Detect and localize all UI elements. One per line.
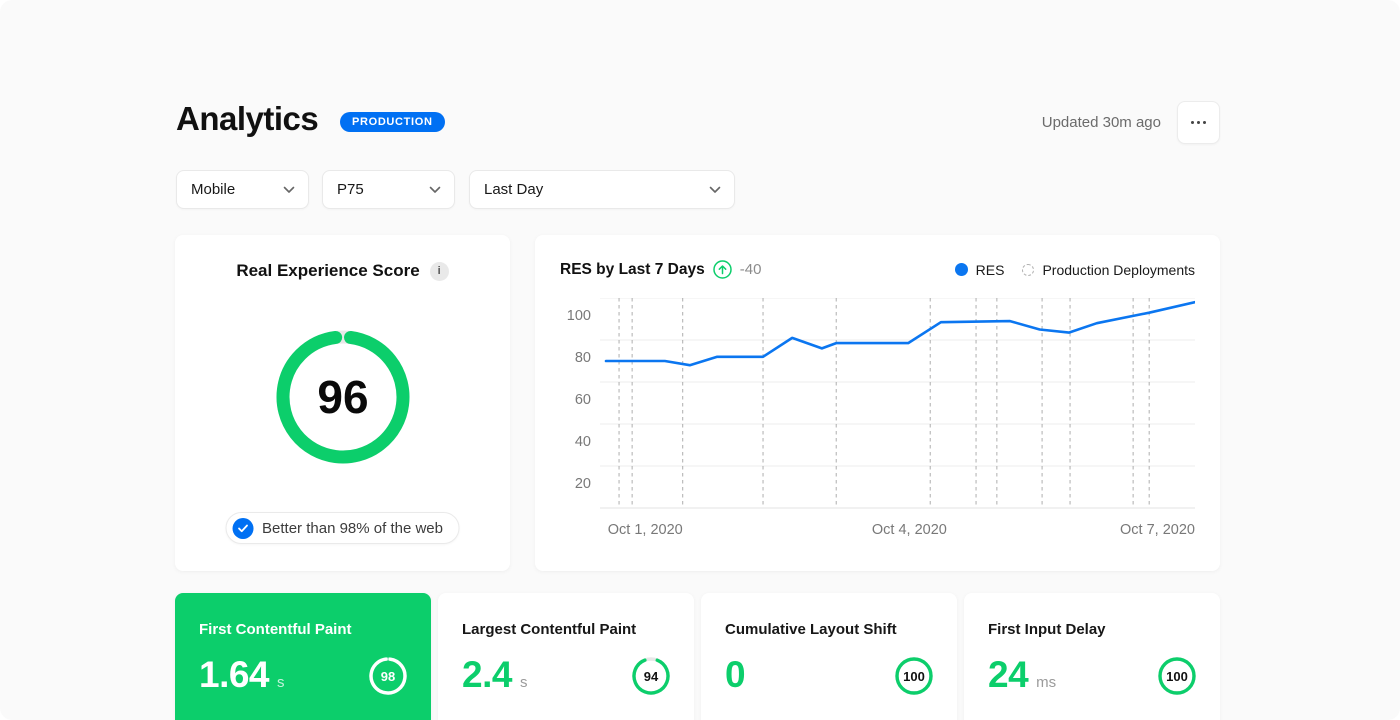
metric-unit: s bbox=[277, 674, 285, 691]
updated-timestamp: Updated 30m ago bbox=[1041, 114, 1161, 131]
metric-card-largest-contentful-paint[interactable]: Largest Contentful Paint 2.4 s 94 bbox=[438, 593, 694, 720]
metric-score: 100 bbox=[903, 668, 925, 684]
svg-text:Oct 7, 2020: Oct 7, 2020 bbox=[1120, 522, 1195, 538]
real-experience-score-card: Real Experience Score i 96 Better than 9… bbox=[175, 235, 510, 571]
metric-score: 94 bbox=[643, 668, 659, 684]
web-vitals-metrics-row: First Contentful Paint 1.64 s 98 Largest… bbox=[175, 593, 1220, 720]
res-trend-chart-card: RES by Last 7 Days -40 RES Production De… bbox=[535, 235, 1220, 571]
check-icon bbox=[232, 517, 254, 539]
metric-score-ring: 94 bbox=[630, 655, 672, 697]
metric-unit: ms bbox=[1036, 674, 1057, 691]
metric-value: 0 bbox=[725, 654, 746, 695]
analytics-dashboard: Analytics PRODUCTION Updated 30m ago Mob… bbox=[0, 0, 1400, 720]
res-score-value: 96 bbox=[317, 371, 369, 423]
res-comparison-text: Better than 98% of the web bbox=[262, 519, 443, 537]
environment-badge: PRODUCTION bbox=[340, 112, 445, 132]
svg-text:80: 80 bbox=[575, 350, 591, 366]
metric-card-first-contentful-paint[interactable]: First Contentful Paint 1.64 s 98 bbox=[175, 593, 431, 720]
metric-card-first-input-delay[interactable]: First Input Delay 24 ms 100 bbox=[964, 593, 1220, 720]
legend-item-deployments[interactable]: Production Deployments bbox=[1022, 262, 1195, 278]
metric-card-cumulative-layout-shift[interactable]: Cumulative Layout Shift 0 100 bbox=[701, 593, 957, 720]
chart-legend: RES Production Deployments bbox=[954, 261, 1195, 278]
res-series-dot-icon bbox=[954, 263, 968, 276]
metric-score-ring: 98 bbox=[367, 655, 409, 697]
chevron-down-icon bbox=[429, 186, 441, 193]
metric-title: Largest Contentful Paint bbox=[462, 621, 637, 638]
svg-text:20: 20 bbox=[575, 476, 591, 492]
chevron-down-icon bbox=[709, 186, 721, 193]
metric-score: 98 bbox=[380, 668, 396, 684]
device-dropdown-value: Mobile bbox=[191, 181, 236, 198]
percentile-dropdown-value: P75 bbox=[337, 181, 364, 198]
res-card-title: Real Experience Score bbox=[236, 261, 420, 280]
metric-title: First Contentful Paint bbox=[199, 621, 352, 638]
device-dropdown[interactable]: Mobile bbox=[176, 170, 309, 209]
legend-label: RES bbox=[975, 261, 1005, 278]
res-score-gauge: 96 bbox=[268, 322, 418, 472]
metric-title: First Input Delay bbox=[988, 621, 1106, 638]
page-title: Analytics bbox=[176, 100, 319, 137]
deployment-dashed-circle-icon bbox=[1022, 263, 1035, 276]
metric-value: 2.4 bbox=[462, 654, 512, 695]
svg-text:Oct 1, 2020: Oct 1, 2020 bbox=[608, 522, 683, 538]
svg-text:Oct 4, 2020: Oct 4, 2020 bbox=[872, 522, 947, 538]
time-range-dropdown-value: Last Day bbox=[484, 181, 544, 198]
metric-score-ring: 100 bbox=[893, 655, 935, 697]
ellipsis-icon bbox=[1191, 121, 1206, 124]
chart-title: RES by Last 7 Days bbox=[560, 260, 705, 278]
svg-text:60: 60 bbox=[575, 392, 591, 408]
svg-text:100: 100 bbox=[567, 308, 591, 324]
legend-label: Production Deployments bbox=[1042, 261, 1195, 278]
res-line-chart: 100 80 60 40 20 Oct 1, 2020 Oct 4, 2020 Oct 7, … bbox=[567, 298, 1195, 538]
metric-value: 1.64 bbox=[199, 654, 270, 695]
res-comparison-badge: Better than 98% of the web bbox=[225, 512, 460, 544]
info-icon[interactable]: i bbox=[429, 261, 449, 281]
metric-value: 24 bbox=[988, 654, 1029, 695]
metric-unit: s bbox=[519, 674, 528, 691]
percentile-dropdown[interactable]: P75 bbox=[322, 170, 455, 209]
overflow-menu-button[interactable] bbox=[1177, 101, 1220, 144]
legend-item-res[interactable]: RES bbox=[954, 261, 1005, 278]
time-range-dropdown[interactable]: Last Day bbox=[469, 170, 735, 209]
chevron-down-icon bbox=[283, 186, 295, 193]
metric-score: 100 bbox=[1166, 668, 1188, 684]
metric-title: Cumulative Layout Shift bbox=[725, 621, 897, 638]
metric-score-ring: 100 bbox=[1156, 655, 1198, 697]
trend-up-icon bbox=[712, 260, 732, 279]
svg-text:40: 40 bbox=[575, 434, 591, 450]
chart-delta-value: -40 bbox=[739, 261, 762, 278]
